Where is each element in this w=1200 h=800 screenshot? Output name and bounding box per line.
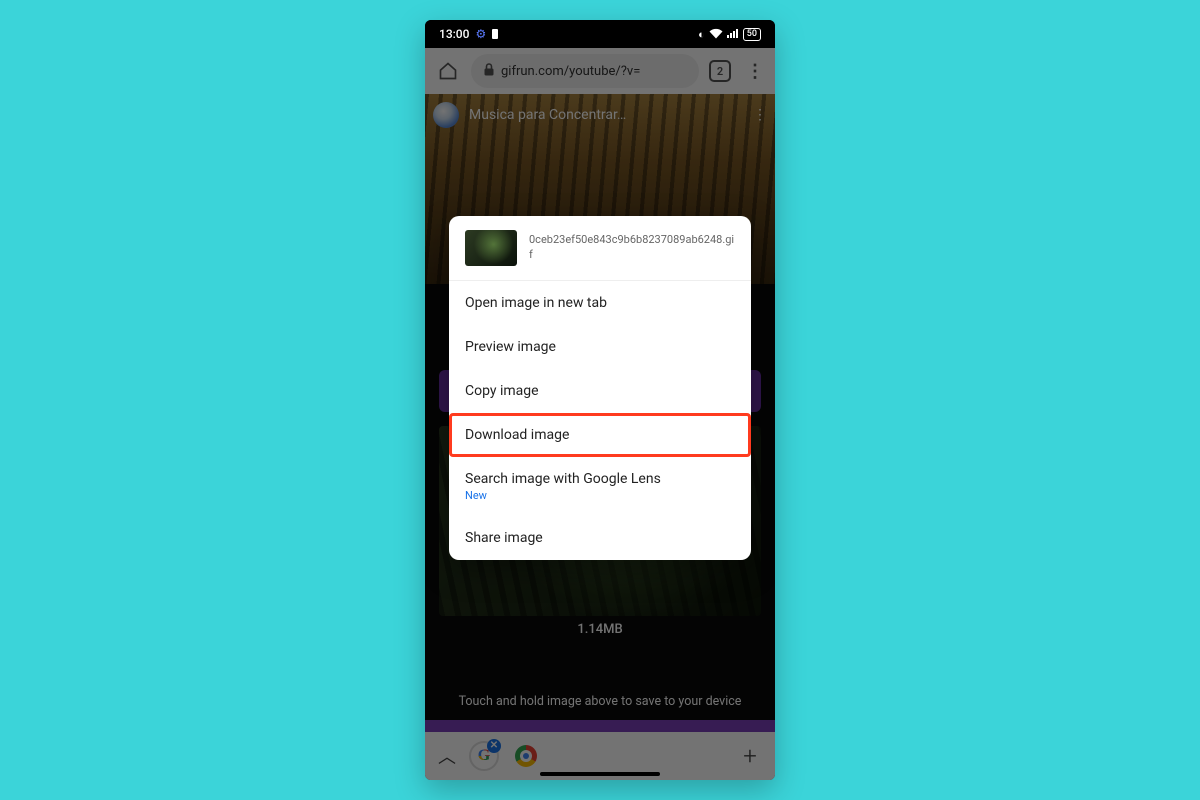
battery-indicator: 50: [743, 28, 761, 41]
chrome-menu-button[interactable]: ⋮: [741, 61, 769, 82]
new-tab-button[interactable]: +: [733, 742, 767, 770]
chrome-toolbar: gifrun.com/youtube/?v= 2 ⋮: [425, 48, 775, 94]
signal-icon: [727, 28, 739, 40]
menu-item-share-image[interactable]: Share image: [449, 516, 751, 560]
status-time: 13:00: [439, 27, 469, 41]
address-bar[interactable]: gifrun.com/youtube/?v=: [471, 54, 699, 88]
context-menu-thumbnail: [465, 230, 517, 266]
wifi-icon: [709, 28, 723, 41]
menu-item-download-image[interactable]: Download image: [449, 413, 751, 457]
tabs-button[interactable]: 2: [709, 60, 731, 82]
phone-frame: 13:00 ⚙ ◐ 50 gifrun.com/youtu: [425, 20, 775, 780]
menu-item-search-google-lens[interactable]: Search image with Google Lens New: [449, 457, 751, 516]
url-text: gifrun.com/youtube/?v=: [501, 64, 640, 79]
close-badge-icon[interactable]: ✕: [487, 739, 501, 753]
chrome-app-icon[interactable]: [515, 745, 537, 767]
menu-item-copy-image[interactable]: Copy image: [449, 369, 751, 413]
menu-item-open-new-tab[interactable]: Open image in new tab: [449, 281, 751, 325]
google-app-icon[interactable]: GGGG ✕: [469, 741, 499, 771]
new-badge: New: [465, 489, 735, 502]
settings-icon: ⚙: [475, 27, 486, 41]
lock-icon: [483, 63, 495, 79]
status-bar: 13:00 ⚙ ◐ 50: [425, 20, 775, 48]
home-button[interactable]: [431, 54, 465, 88]
save-hint: Touch and hold image above to save to yo…: [425, 694, 775, 709]
vibrate-icon: ◐: [698, 29, 705, 40]
file-size-label: 1.14MB: [425, 622, 775, 637]
gesture-nav-pill[interactable]: [540, 772, 660, 776]
channel-avatar[interactable]: [433, 102, 459, 128]
image-context-menu: 0ceb23ef50e843c9b6b8237089ab6248.gif Ope…: [449, 216, 751, 560]
context-menu-header: 0ceb23ef50e843c9b6b8237089ab6248.gif: [449, 216, 751, 281]
video-more-button[interactable]: ⋮: [753, 107, 767, 123]
expand-chevron-icon[interactable]: ︿: [433, 743, 461, 769]
context-menu-filename: 0ceb23ef50e843c9b6b8237089ab6248.gif: [529, 233, 735, 263]
menu-item-preview-image[interactable]: Preview image: [449, 325, 751, 369]
key-icon: [492, 29, 498, 39]
video-title: Musica para Concentrar…: [469, 107, 626, 123]
